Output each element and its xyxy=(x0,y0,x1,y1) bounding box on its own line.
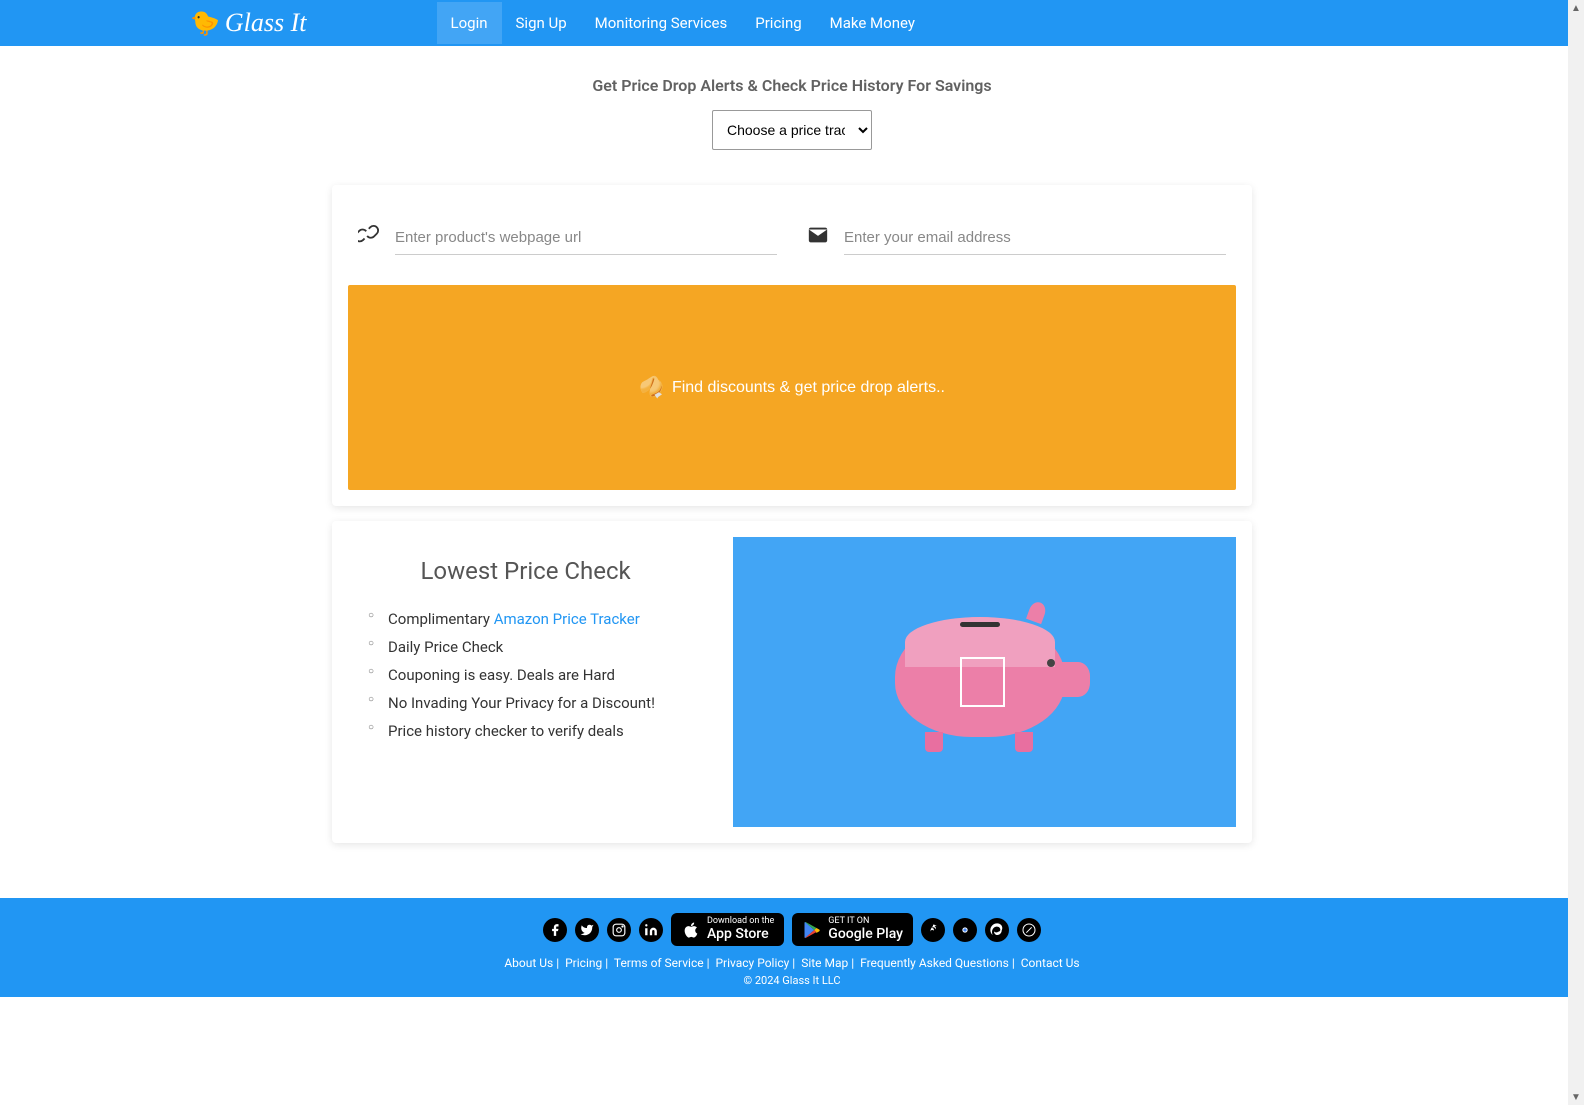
list-item: Couponing is easy. Deals are Hard xyxy=(388,661,693,689)
nav-make-money[interactable]: Make Money xyxy=(816,2,929,44)
url-input-group xyxy=(358,221,777,255)
list-item: No Invading Your Privacy for a Discount! xyxy=(388,689,693,717)
edge-icon[interactable] xyxy=(985,918,1009,942)
amazon-tracker-link[interactable]: Amazon Price Tracker xyxy=(494,610,640,628)
cta-button[interactable]: 🥠 Find discounts & get price drop alerts… xyxy=(348,285,1236,490)
linkedin-icon[interactable] xyxy=(639,918,663,942)
form-card: 🥠 Find discounts & get price drop alerts… xyxy=(332,185,1252,506)
feature-title: Lowest Price Check xyxy=(358,557,693,585)
facebook-icon[interactable] xyxy=(543,918,567,942)
logo[interactable]: 🐤 Glass It xyxy=(190,8,307,38)
piggy-bank-icon xyxy=(885,597,1085,767)
feature-image xyxy=(733,537,1236,827)
nav-pricing[interactable]: Pricing xyxy=(741,2,815,44)
appstore-badge[interactable]: Download on theApp Store xyxy=(671,913,784,946)
firefox-icon[interactable] xyxy=(921,918,945,942)
nav-login[interactable]: Login xyxy=(437,2,502,44)
footer-about[interactable]: About Us xyxy=(504,956,553,970)
cta-label: Find discounts & get price drop alerts.. xyxy=(672,379,945,397)
logo-icon: 🐤 xyxy=(190,9,220,37)
tracker-select[interactable]: Choose a price tracker xyxy=(712,110,872,150)
twitter-icon[interactable] xyxy=(575,918,599,942)
scroll-down-icon[interactable]: ▼ xyxy=(1568,1089,1584,1105)
footer-faq[interactable]: Frequently Asked Questions xyxy=(860,956,1009,970)
feature-left: Lowest Price Check Complimentary Amazon … xyxy=(348,537,703,827)
email-input[interactable] xyxy=(844,221,1226,255)
hero-title: Get Price Drop Alerts & Check Price Hist… xyxy=(0,76,1584,95)
navbar: 🐤 Glass It Login Sign Up Monitoring Serv… xyxy=(0,0,1584,46)
nav-monitoring[interactable]: Monitoring Services xyxy=(581,2,742,44)
url-input[interactable] xyxy=(395,221,777,255)
email-input-group xyxy=(807,221,1226,255)
footer-copyright: © 2024 Glass It LLC xyxy=(0,974,1584,987)
list-item: Complimentary Amazon Price Tracker xyxy=(388,605,693,633)
nav-links: Login Sign Up Monitoring Services Pricin… xyxy=(437,2,929,44)
footer-privacy[interactable]: Privacy Policy xyxy=(715,956,789,970)
safari-icon[interactable] xyxy=(1017,918,1041,942)
footer-icons: Download on theApp Store GET IT ONGoogle… xyxy=(0,913,1584,946)
nav-signup[interactable]: Sign Up xyxy=(502,2,581,44)
hero-section: Get Price Drop Alerts & Check Price Hist… xyxy=(0,46,1584,170)
input-row xyxy=(348,201,1236,285)
footer-pricing[interactable]: Pricing xyxy=(565,956,602,970)
email-icon xyxy=(807,224,829,252)
scroll-up-icon[interactable]: ▲ xyxy=(1568,0,1584,16)
logo-text: Glass It xyxy=(225,8,307,38)
footer-links: About Us | Pricing | Terms of Service | … xyxy=(0,956,1584,970)
footer-terms[interactable]: Terms of Service xyxy=(614,956,704,970)
feature-list: Complimentary Amazon Price Tracker Daily… xyxy=(358,605,693,745)
playstore-badge[interactable]: GET IT ONGoogle Play xyxy=(792,913,913,946)
footer: Download on theApp Store GET IT ONGoogle… xyxy=(0,898,1584,997)
list-item: Daily Price Check xyxy=(388,633,693,661)
swirl-icon: 🥠 xyxy=(639,375,664,400)
scrollbar[interactable]: ▲ ▼ xyxy=(1568,0,1584,1105)
feature-card: Lowest Price Check Complimentary Amazon … xyxy=(332,521,1252,843)
instagram-icon[interactable] xyxy=(607,918,631,942)
footer-contact[interactable]: Contact Us xyxy=(1021,956,1080,970)
chrome-icon[interactable] xyxy=(953,918,977,942)
link-icon xyxy=(358,224,380,252)
list-item: Price history checker to verify deals xyxy=(388,717,693,745)
footer-sitemap[interactable]: Site Map xyxy=(801,956,848,970)
